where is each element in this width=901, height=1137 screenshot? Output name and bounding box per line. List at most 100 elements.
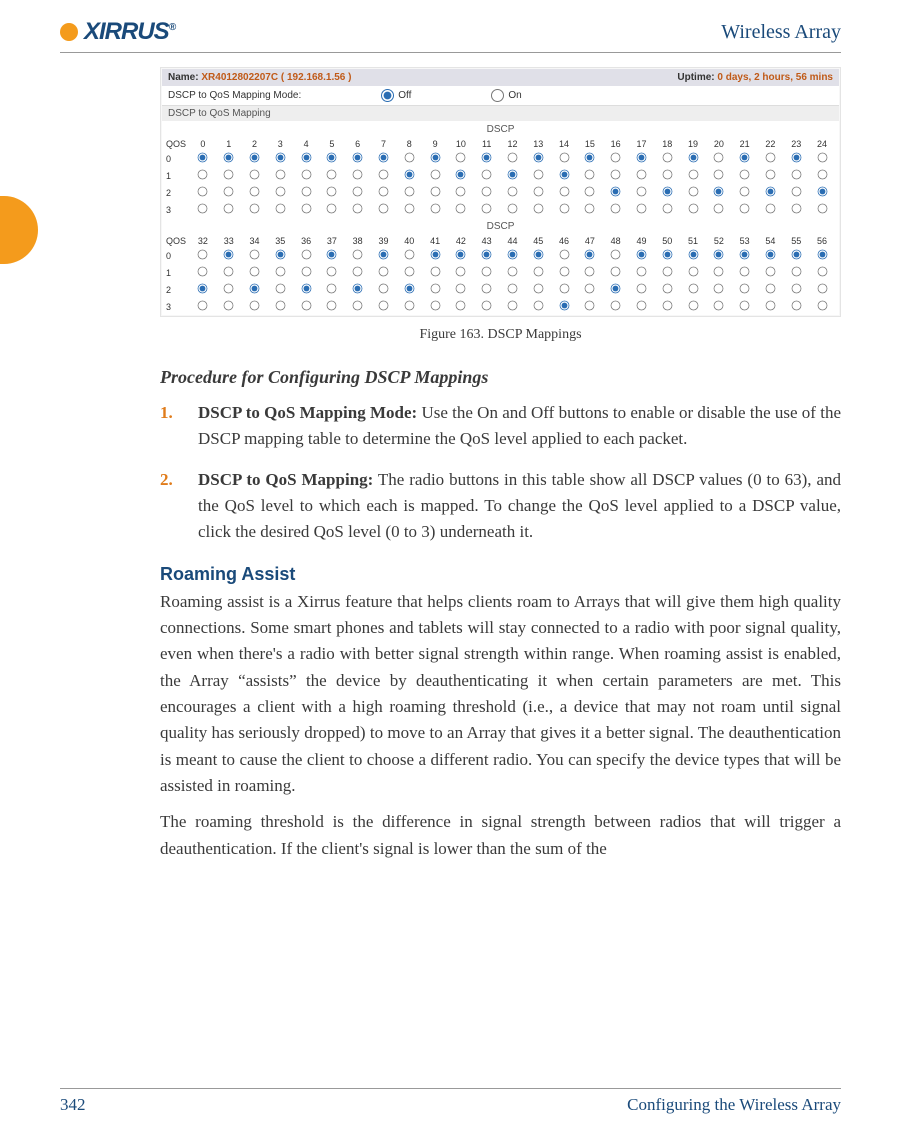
dscp-12-qos-2-radio[interactable]	[508, 187, 518, 197]
dscp-38-qos-2-radio[interactable]	[353, 284, 363, 294]
dscp-44-qos-2-radio[interactable]	[508, 284, 518, 294]
dscp-34-qos-2-radio[interactable]	[250, 284, 260, 294]
dscp-53-qos-2-radio[interactable]	[740, 284, 750, 294]
dscp-34-qos-0-radio[interactable]	[250, 250, 260, 260]
dscp-7-qos-1-radio[interactable]	[379, 170, 389, 180]
dscp-22-qos-0-radio[interactable]	[766, 153, 776, 163]
dscp-19-qos-1-radio[interactable]	[688, 170, 698, 180]
dscp-16-qos-0-radio[interactable]	[611, 153, 621, 163]
dscp-42-qos-0-radio[interactable]	[456, 250, 466, 260]
dscp-55-qos-1-radio[interactable]	[791, 267, 801, 277]
dscp-56-qos-2-radio[interactable]	[817, 284, 827, 294]
dscp-15-qos-1-radio[interactable]	[585, 170, 595, 180]
dscp-51-qos-2-radio[interactable]	[688, 284, 698, 294]
dscp-44-qos-3-radio[interactable]	[508, 301, 518, 311]
dscp-24-qos-2-radio[interactable]	[817, 187, 827, 197]
dscp-15-qos-2-radio[interactable]	[585, 187, 595, 197]
dscp-20-qos-0-radio[interactable]	[714, 153, 724, 163]
dscp-0-qos-3-radio[interactable]	[198, 204, 208, 214]
dscp-22-qos-3-radio[interactable]	[766, 204, 776, 214]
dscp-46-qos-3-radio[interactable]	[559, 301, 569, 311]
dscp-10-qos-2-radio[interactable]	[456, 187, 466, 197]
dscp-42-qos-3-radio[interactable]	[456, 301, 466, 311]
dscp-49-qos-3-radio[interactable]	[637, 301, 647, 311]
dscp-4-qos-3-radio[interactable]	[301, 204, 311, 214]
dscp-6-qos-0-radio[interactable]	[353, 153, 363, 163]
dscp-38-qos-3-radio[interactable]	[353, 301, 363, 311]
dscp-4-qos-0-radio[interactable]	[301, 153, 311, 163]
dscp-17-qos-1-radio[interactable]	[637, 170, 647, 180]
dscp-12-qos-0-radio[interactable]	[508, 153, 518, 163]
dscp-54-qos-1-radio[interactable]	[766, 267, 776, 277]
dscp-1-qos-3-radio[interactable]	[224, 204, 234, 214]
dscp-14-qos-1-radio[interactable]	[559, 170, 569, 180]
dscp-2-qos-1-radio[interactable]	[250, 170, 260, 180]
dscp-17-qos-2-radio[interactable]	[637, 187, 647, 197]
dscp-14-qos-0-radio[interactable]	[559, 153, 569, 163]
dscp-9-qos-2-radio[interactable]	[430, 187, 440, 197]
dscp-49-qos-1-radio[interactable]	[637, 267, 647, 277]
dscp-19-qos-3-radio[interactable]	[688, 204, 698, 214]
dscp-15-qos-0-radio[interactable]	[585, 153, 595, 163]
dscp-52-qos-2-radio[interactable]	[714, 284, 724, 294]
dscp-14-qos-3-radio[interactable]	[559, 204, 569, 214]
dscp-23-qos-2-radio[interactable]	[791, 187, 801, 197]
dscp-7-qos-0-radio[interactable]	[379, 153, 389, 163]
dscp-53-qos-0-radio[interactable]	[740, 250, 750, 260]
dscp-44-qos-1-radio[interactable]	[508, 267, 518, 277]
dscp-53-qos-1-radio[interactable]	[740, 267, 750, 277]
dscp-38-qos-0-radio[interactable]	[353, 250, 363, 260]
dscp-41-qos-2-radio[interactable]	[430, 284, 440, 294]
dscp-21-qos-1-radio[interactable]	[740, 170, 750, 180]
dscp-21-qos-3-radio[interactable]	[740, 204, 750, 214]
dscp-40-qos-2-radio[interactable]	[404, 284, 414, 294]
dscp-23-qos-3-radio[interactable]	[791, 204, 801, 214]
dscp-55-qos-3-radio[interactable]	[791, 301, 801, 311]
dscp-1-qos-2-radio[interactable]	[224, 187, 234, 197]
dscp-13-qos-1-radio[interactable]	[533, 170, 543, 180]
dscp-35-qos-1-radio[interactable]	[275, 267, 285, 277]
dscp-7-qos-3-radio[interactable]	[379, 204, 389, 214]
dscp-32-qos-0-radio[interactable]	[198, 250, 208, 260]
dscp-55-qos-0-radio[interactable]	[791, 250, 801, 260]
dscp-37-qos-3-radio[interactable]	[327, 301, 337, 311]
dscp-41-qos-0-radio[interactable]	[430, 250, 440, 260]
dscp-5-qos-2-radio[interactable]	[327, 187, 337, 197]
dscp-56-qos-0-radio[interactable]	[817, 250, 827, 260]
dscp-20-qos-2-radio[interactable]	[714, 187, 724, 197]
dscp-1-qos-1-radio[interactable]	[224, 170, 234, 180]
dscp-35-qos-3-radio[interactable]	[275, 301, 285, 311]
dscp-52-qos-3-radio[interactable]	[714, 301, 724, 311]
dscp-45-qos-0-radio[interactable]	[533, 250, 543, 260]
dscp-52-qos-0-radio[interactable]	[714, 250, 724, 260]
dscp-2-qos-0-radio[interactable]	[250, 153, 260, 163]
dscp-54-qos-2-radio[interactable]	[766, 284, 776, 294]
dscp-0-qos-0-radio[interactable]	[198, 153, 208, 163]
dscp-37-qos-0-radio[interactable]	[327, 250, 337, 260]
dscp-10-qos-0-radio[interactable]	[456, 153, 466, 163]
dscp-39-qos-3-radio[interactable]	[379, 301, 389, 311]
dscp-40-qos-1-radio[interactable]	[404, 267, 414, 277]
ss-mode-off-radio[interactable]	[381, 89, 394, 102]
dscp-50-qos-2-radio[interactable]	[662, 284, 672, 294]
dscp-52-qos-1-radio[interactable]	[714, 267, 724, 277]
dscp-51-qos-1-radio[interactable]	[688, 267, 698, 277]
dscp-33-qos-3-radio[interactable]	[224, 301, 234, 311]
dscp-15-qos-3-radio[interactable]	[585, 204, 595, 214]
dscp-49-qos-0-radio[interactable]	[637, 250, 647, 260]
dscp-1-qos-0-radio[interactable]	[224, 153, 234, 163]
dscp-45-qos-1-radio[interactable]	[533, 267, 543, 277]
dscp-33-qos-1-radio[interactable]	[224, 267, 234, 277]
dscp-5-qos-0-radio[interactable]	[327, 153, 337, 163]
dscp-24-qos-3-radio[interactable]	[817, 204, 827, 214]
dscp-56-qos-3-radio[interactable]	[817, 301, 827, 311]
dscp-43-qos-2-radio[interactable]	[482, 284, 492, 294]
dscp-49-qos-2-radio[interactable]	[637, 284, 647, 294]
dscp-23-qos-0-radio[interactable]	[791, 153, 801, 163]
dscp-46-qos-0-radio[interactable]	[559, 250, 569, 260]
dscp-43-qos-0-radio[interactable]	[482, 250, 492, 260]
dscp-7-qos-2-radio[interactable]	[379, 187, 389, 197]
dscp-17-qos-0-radio[interactable]	[637, 153, 647, 163]
dscp-4-qos-2-radio[interactable]	[301, 187, 311, 197]
dscp-16-qos-3-radio[interactable]	[611, 204, 621, 214]
